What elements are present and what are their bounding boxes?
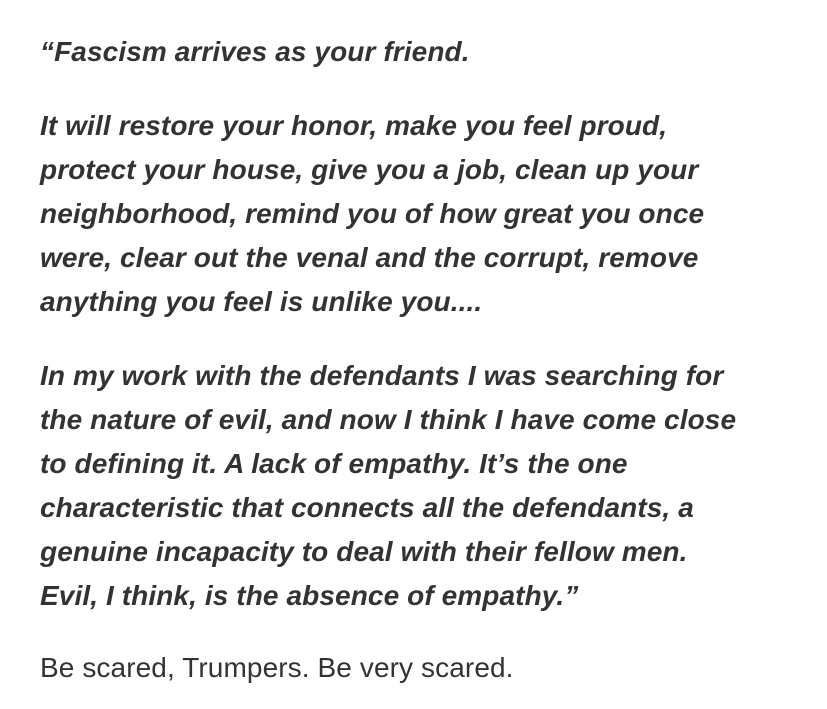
text-line: characteristic that connects all the def… bbox=[40, 492, 694, 523]
text-line: “Fascism arrives as your friend. bbox=[40, 36, 470, 67]
text-line: the nature of evil, and now I think I ha… bbox=[40, 404, 737, 435]
quote-paragraph-opening: “Fascism arrives as your friend. bbox=[40, 30, 470, 74]
text-line: In my work with the defendants I was sea… bbox=[40, 360, 724, 391]
quote-paragraph-promises: It will restore your honor, make you fee… bbox=[40, 104, 704, 324]
text-line: protect your house, give you a job, clea… bbox=[40, 154, 699, 185]
text-line: Be scared, Trumpers. Be very scared. bbox=[40, 652, 514, 683]
text-line: to defining it. A lack of empathy. It’s … bbox=[40, 448, 628, 479]
text-line: Evil, I think, is the absence of empathy… bbox=[40, 580, 579, 611]
text-line: genuine incapacity to deal with their fe… bbox=[40, 536, 688, 567]
text-line: anything you feel is unlike you.... bbox=[40, 286, 483, 317]
text-line: It will restore your honor, make you fee… bbox=[40, 110, 668, 141]
text-line: were, clear out the venal and the corrup… bbox=[40, 242, 699, 273]
closing-remark: Be scared, Trumpers. Be very scared. bbox=[40, 646, 514, 690]
quote-paragraph-empathy: In my work with the defendants I was sea… bbox=[40, 354, 736, 618]
text-line: neighborhood, remind you of how great yo… bbox=[40, 198, 705, 229]
